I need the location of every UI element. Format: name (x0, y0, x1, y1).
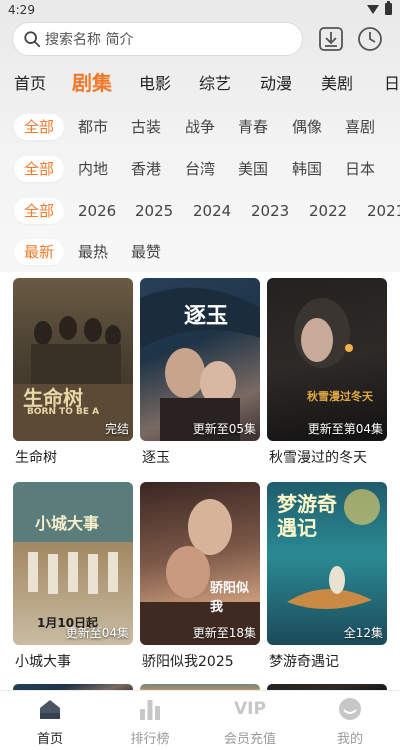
region-filter: 全部 内地 香港 台湾 美国 韩国 日本 (0, 152, 400, 184)
genre-chip[interactable]: 偶像 (292, 114, 322, 140)
tab-variety[interactable]: 综艺 (199, 70, 231, 94)
year-chip[interactable]: 2024 (193, 198, 231, 224)
show-title: 梦游奇遇记 (269, 654, 339, 670)
episode-badge: 更新至第04集 (307, 422, 383, 436)
show-title: 逐玉 (142, 450, 170, 466)
tab-anime[interactable]: 动漫 (260, 70, 292, 94)
genre-chip[interactable]: 喜剧 (345, 114, 375, 140)
poster-title: 小城大事 (35, 514, 100, 533)
tab-movies[interactable]: 电影 (139, 70, 171, 94)
status-icons (367, 1, 392, 15)
show-title: 骄阳似我2025 (142, 654, 234, 670)
category-tabs: 首页 剧集 电影 综艺 动漫 美剧 日 (0, 62, 400, 98)
poster-image: 秋雪漫过冬天 更新至第04集 (267, 278, 387, 441)
nav-mine[interactable]: 我的 (310, 697, 390, 747)
sort-chip[interactable]: 最新 (14, 239, 65, 265)
sort-chip[interactable]: 最赞 (131, 239, 161, 265)
region-chip[interactable]: 台湾 (185, 156, 215, 182)
region-chip[interactable]: 日本 (345, 156, 375, 182)
genre-chip[interactable]: 战争 (185, 114, 215, 140)
tab-home[interactable]: 首页 (14, 70, 46, 94)
nav-vip[interactable]: VIP 会员充值 (210, 697, 290, 747)
episode-badge: 更新至05集 (192, 422, 256, 436)
episode-badge: 全12集 (343, 626, 383, 640)
region-chip[interactable]: 韩国 (292, 156, 322, 182)
genre-filter: 全部 都市 古装 战争 青春 偶像 喜剧 (0, 110, 400, 142)
profile-icon (339, 698, 361, 720)
poster-image: 生命树 BORN TO BE A 完结 (13, 278, 133, 441)
poster-image: 骄阳似我 更新至18集 (140, 482, 260, 645)
episode-badge: 完结 (104, 422, 129, 436)
bottom-nav: 首页 排行榜 VIP 会员充值 我的 (0, 690, 400, 750)
year-chip[interactable]: 2022 (309, 198, 347, 224)
poster-image: 小城大事 1月10日起 更新至04集 (13, 482, 133, 645)
genre-chip[interactable]: 都市 (78, 114, 108, 140)
poster-title: 秋雪漫过冬天 (307, 390, 373, 403)
search-input[interactable]: 搜索名称 简介 (12, 22, 303, 56)
poster-image: 逐玉 更新至05集 (140, 278, 260, 441)
year-chip[interactable]: 2025 (135, 198, 173, 224)
nav-mine-label: 我的 (336, 732, 363, 747)
region-chip[interactable]: 美国 (238, 156, 268, 182)
genre-chip[interactable]: 古装 (131, 114, 161, 140)
show-title: 生命树 (15, 450, 57, 466)
nav-vip-label: 会员充值 (223, 732, 276, 747)
show-title: 小城大事 (15, 654, 71, 670)
tab-us-series[interactable]: 美剧 (321, 70, 353, 94)
battery-icon (385, 1, 392, 15)
region-chip[interactable]: 内地 (78, 156, 108, 182)
poster-subtitle: BORN TO BE A (27, 407, 100, 417)
genre-chip[interactable]: 全部 (14, 114, 65, 140)
download-icon[interactable] (318, 26, 344, 52)
wifi-icon (367, 4, 379, 14)
nav-home-label: 首页 (36, 732, 63, 747)
region-chip[interactable]: 全部 (14, 156, 65, 182)
nav-ranking-label: 排行榜 (130, 732, 170, 747)
home-icon (40, 700, 60, 719)
episode-badge: 更新至04集 (65, 626, 129, 640)
year-filter: 全部 2026 2025 2024 2023 2022 2021 (0, 194, 400, 226)
history-icon[interactable] (357, 26, 383, 52)
nav-home[interactable]: 首页 (10, 697, 90, 747)
status-bar: 4:29 (0, 0, 400, 20)
poster-art (140, 499, 260, 645)
sort-filter: 最新 最热 最赞 (0, 235, 400, 267)
ranking-icon (140, 700, 160, 720)
episode-badge: 更新至18集 (192, 626, 256, 640)
sort-chip[interactable]: 最热 (78, 239, 108, 265)
year-chip[interactable]: 2023 (251, 198, 289, 224)
poster-title: 梦游奇遇记 (277, 492, 337, 540)
show-title: 秋雪漫过的冬天 (269, 450, 367, 466)
poster-title: 逐玉 (184, 304, 229, 329)
vip-icon: VIP (234, 699, 266, 719)
nav-ranking[interactable]: 排行榜 (110, 697, 190, 747)
poster-image: 梦游奇遇记 全12集 (267, 482, 387, 645)
poster-title: 骄阳似我 (210, 581, 250, 615)
region-chip[interactable]: 香港 (131, 156, 161, 182)
year-chip[interactable]: 全部 (14, 198, 65, 224)
genre-chip[interactable]: 青春 (238, 114, 268, 140)
year-chip[interactable]: 2026 (78, 198, 116, 224)
tab-japanese[interactable]: 日 (384, 70, 400, 94)
year-chip[interactable]: 2021 (367, 198, 400, 224)
status-time: 4:29 (8, 3, 35, 17)
search-placeholder: 搜索名称 简介 (45, 32, 134, 48)
poster-art (294, 298, 353, 368)
tab-series[interactable]: 剧集 (72, 67, 112, 96)
search-icon (24, 31, 41, 48)
